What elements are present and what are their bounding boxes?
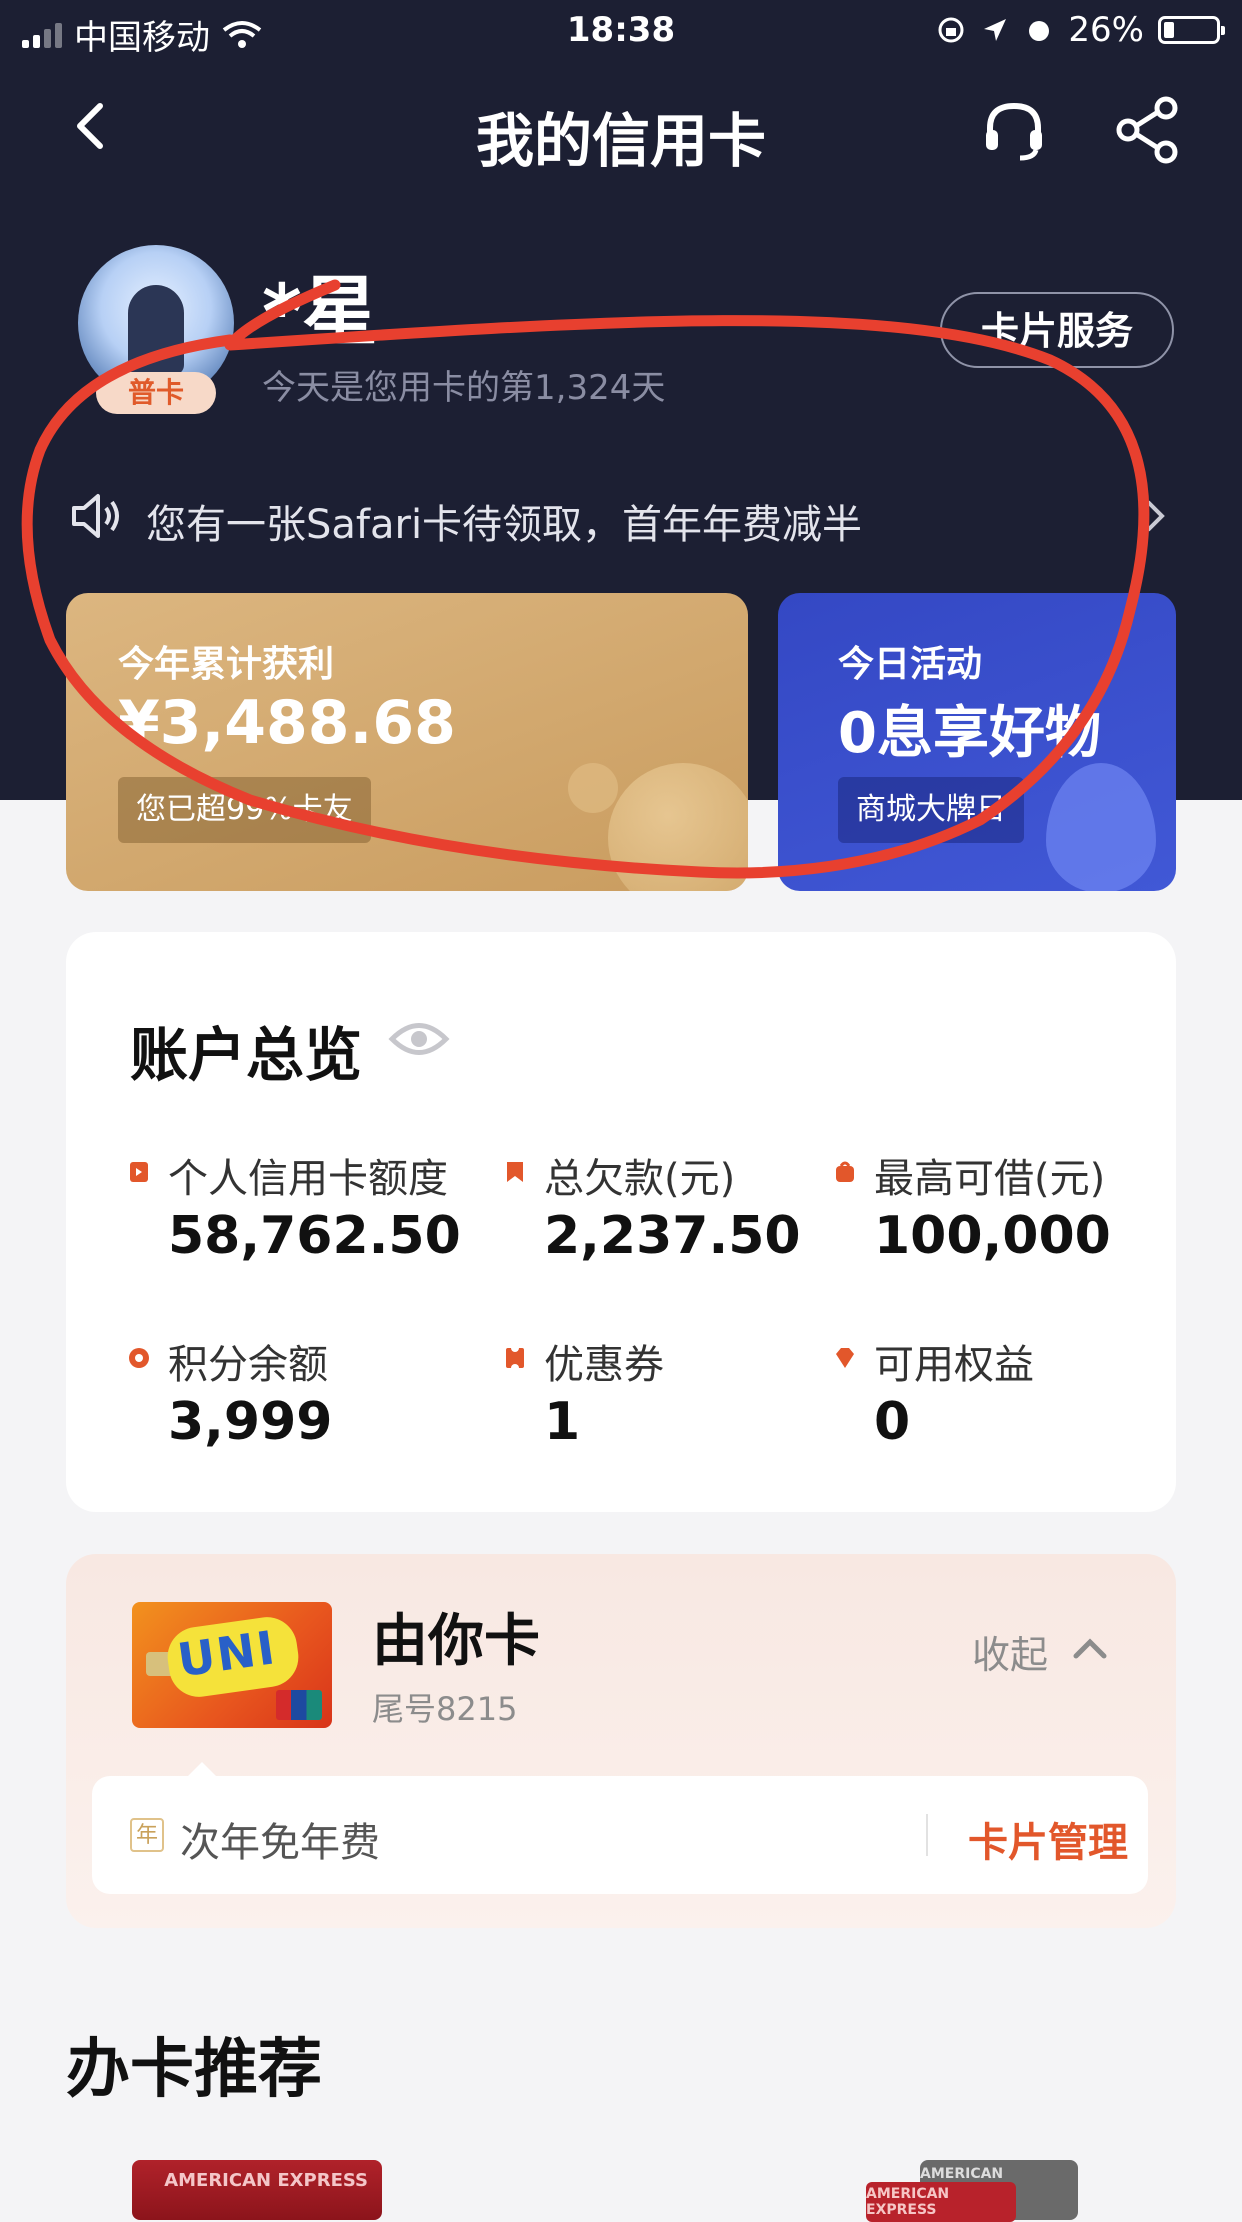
recommend-card-image-front[interactable]: AMERICAN EXPRESS [866, 2182, 1016, 2222]
bag-icon [836, 1161, 854, 1182]
card-tail-number: 尾号8215 [372, 1690, 518, 1728]
battery-percent: 26% [1068, 10, 1144, 50]
annual-fee-icon: 年 [130, 1818, 164, 1852]
divider [926, 1814, 928, 1856]
tier-badge: 普卡 [96, 372, 216, 414]
card-section: 由你卡 尾号8215 收起 年 次年免年费 卡片管理 [66, 1554, 1176, 1928]
graffiti-graphic [163, 1613, 303, 1701]
collapse-button[interactable]: 收起 [972, 1624, 1048, 1679]
panel-pointer [188, 1762, 216, 1776]
unionpay-logo [276, 1690, 322, 1720]
battery-icon [1158, 16, 1225, 44]
activity-value: 0息享好物 [838, 701, 1101, 766]
notice-bar[interactable]: 您有一张Safari卡待领取，首年年费减半 [70, 488, 1180, 548]
promo-earnings-card[interactable]: 今年累计获利 ¥3,488.68 您已超99%卡友 [66, 593, 748, 891]
chevron-up-icon[interactable] [1070, 1628, 1110, 1668]
chevron-right-icon [1146, 500, 1165, 532]
page-title: 我的信用卡 [475, 107, 766, 175]
bookmark-icon [507, 1162, 523, 1182]
diamond-icon [836, 1348, 854, 1368]
nav-bar: 我的信用卡 [0, 82, 1242, 175]
annual-fee-text: 次年免年费 [180, 1820, 380, 1866]
location-icon [984, 19, 1007, 41]
card-image[interactable] [132, 1602, 332, 1728]
account-overview: 账户总览 个人信用卡额度 58,762.50 总欠款(元) 2,237.50 最… [66, 932, 1176, 1512]
speaker-icon [72, 494, 119, 538]
earnings-value: ¥3,488.68 [118, 688, 456, 758]
activity-tag: 商城大牌日 [838, 777, 1024, 843]
notice-text: 您有一张Safari卡待领取，首年年费减半 [146, 502, 863, 548]
card-icon [130, 1162, 148, 1182]
headset-icon[interactable] [978, 94, 1050, 166]
coin-decoration [608, 763, 748, 891]
card-brand-text: AMERICAN EXPRESS [164, 2170, 368, 2191]
card-service-button[interactable]: 卡片服务 [940, 292, 1174, 368]
card-name: 由你卡 [372, 1609, 540, 1674]
drop-decoration [1046, 763, 1156, 891]
status-bar: 中国移动 18:38 26% [0, 0, 1242, 62]
earnings-label: 今年累计获利 [118, 644, 335, 685]
coupon-icon [506, 1346, 524, 1370]
usage-days: 今天是您用卡的第1,324天 [262, 368, 666, 408]
points-icon [129, 1348, 149, 1368]
earnings-tag: 您已超99%卡友 [118, 777, 371, 843]
card-detail-panel: 年 次年免年费 卡片管理 [92, 1776, 1148, 1894]
promo-activity-card[interactable]: 今日活动 0息享好物 商城大牌日 [778, 593, 1176, 891]
card-brand-text: AMERICAN EXPRESS [866, 2186, 950, 2218]
rotation-lock-icon [938, 17, 964, 43]
coin-decoration-small [568, 763, 618, 813]
user-name: *星 [262, 267, 378, 356]
share-icon[interactable] [1112, 94, 1184, 166]
overview-title: 账户总览 [130, 1021, 363, 1089]
card-manage-button[interactable]: 卡片管理 [968, 1810, 1128, 1868]
activity-label: 今日活动 [838, 644, 983, 685]
eye-icon[interactable] [388, 1012, 450, 1066]
status-right: 26% [936, 10, 1225, 50]
alarm-icon [1029, 21, 1050, 41]
recommend-card-image[interactable]: AMERICAN EXPRESS [132, 2160, 382, 2220]
recommend-title: 办卡推荐 [66, 2033, 322, 2107]
